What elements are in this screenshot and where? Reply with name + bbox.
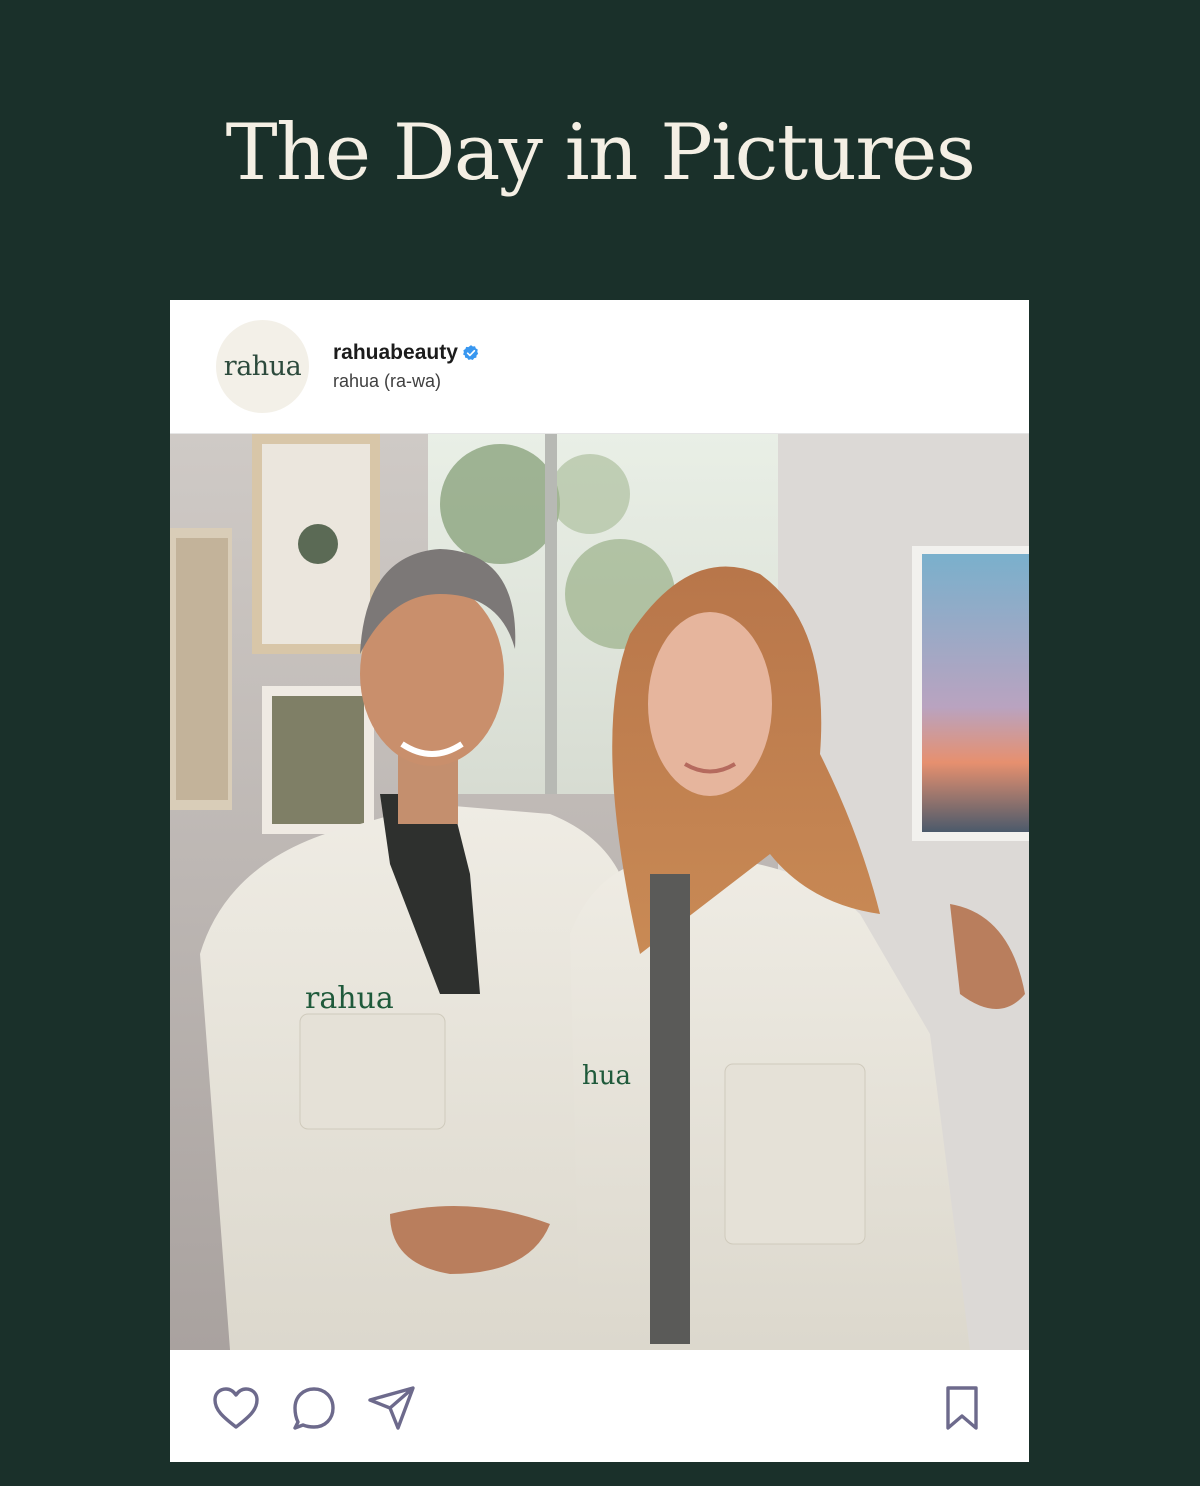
account-display-name: rahua (ra-wa) [333,371,442,391]
share-icon [368,1386,415,1430]
photo-illustration: rahua hua [170,434,1029,1350]
instagram-post-card: rahua rahuabeauty rahua (ra-wa) rahua hu… [170,300,1029,1462]
verified-badge-icon [462,344,480,362]
page-headline: The Day in Pictures [225,108,976,198]
bookmark-icon [946,1386,978,1430]
post-photo[interactable]: rahua hua [170,434,1029,1350]
jacket-logo-right: hua [582,1061,631,1091]
heart-icon [213,1387,259,1429]
share-button[interactable] [366,1382,418,1434]
comment-icon [293,1387,335,1430]
like-button[interactable] [210,1382,262,1434]
jacket-logo-left: rahua [305,981,394,1016]
avatar-logo-text: rahua [223,351,302,382]
post-actions-bar [170,1350,1029,1462]
handle-row: rahuabeauty [333,341,480,365]
post-header: rahua rahuabeauty rahua (ra-wa) [170,300,1029,434]
save-button[interactable] [936,1382,988,1434]
profile-avatar[interactable]: rahua [216,320,309,413]
account-handle[interactable]: rahuabeauty [333,341,458,365]
comment-button[interactable] [288,1382,340,1434]
